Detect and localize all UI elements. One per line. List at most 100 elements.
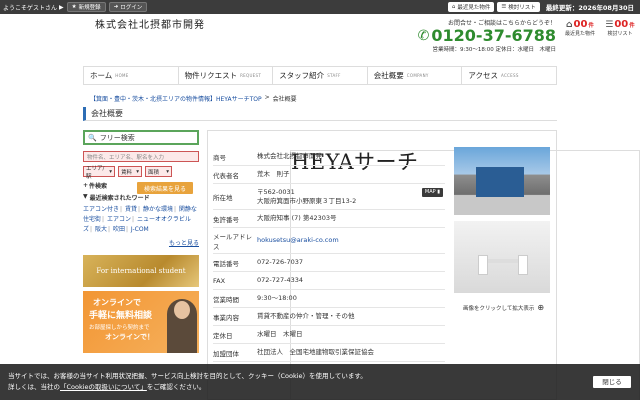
counter-unit: 件 bbox=[629, 22, 635, 29]
logo-sub: 株式会社北摂都市開発 bbox=[95, 20, 205, 31]
nav-request[interactable]: 物件リクエスト REQUEST bbox=[179, 67, 274, 84]
row-value: MAP ▮ 〒562-0031 大阪府箕面市小野原東３丁目13-2 bbox=[257, 187, 445, 206]
nav-label-en: HOME bbox=[115, 73, 129, 78]
keyword-input[interactable]: 物件名、エリア名、駅名を入力 bbox=[83, 151, 199, 162]
free-search-header: 🔍 フリー検索 bbox=[83, 130, 199, 145]
zoom-icon: ⊕ bbox=[537, 303, 545, 312]
address-text: 〒562-0031 大阪府箕面市小野原東３丁目13-2 bbox=[257, 187, 357, 205]
recent-properties-button[interactable]: ⌂ 最近見た物件 bbox=[447, 2, 495, 12]
cookie-line-1: 当サイトでは、お客様の当サイト利用状況把握、サービス向上検討を目的として、クッキ… bbox=[8, 372, 367, 380]
nav-home[interactable]: ホーム HOME bbox=[83, 67, 179, 84]
table-row: 所在地 MAP ▮ 〒562-0031 大阪府箕面市小野原東３丁目13-2 bbox=[213, 184, 445, 210]
arrow-right-icon: ▶ bbox=[59, 3, 64, 11]
nav-access[interactable]: アクセス ACCESS bbox=[462, 67, 557, 84]
search-selects: エリア/駅 ▾ 賃料 ▾ 面積 ▾ bbox=[83, 165, 199, 180]
main-nav: ホーム HOME 物件リクエスト REQUEST スタッフ紹介 STAFF 会社… bbox=[83, 66, 557, 85]
login-button[interactable]: ➜ ログイン bbox=[108, 2, 148, 12]
company-info-panel: 商号 株式会社北摂都市開発 代表者名 荒木 則子 所在地 MAP ▮ 〒562-… bbox=[207, 130, 557, 400]
row-key: 免許番号 bbox=[213, 215, 239, 224]
recent-word[interactable]: 阪大 bbox=[95, 226, 107, 233]
nav-label-en: STAFF bbox=[327, 73, 341, 78]
storefront-shape bbox=[476, 167, 524, 197]
cookie-text: 詳しくは、当社の bbox=[8, 383, 60, 391]
recent-word[interactable]: エアコン bbox=[107, 216, 131, 223]
recent-word[interactable]: 吹田 bbox=[113, 226, 125, 233]
search-cond-label: 件検索 bbox=[89, 183, 108, 190]
chevron-down-icon: ▾ bbox=[109, 168, 112, 175]
table-row: 事業内容 賃貸不動産の仲介・管理・その他 bbox=[213, 308, 445, 326]
counter-unit: 件 bbox=[588, 22, 594, 29]
table-row: 免許番号 大阪府知事 (7) 第42303号 bbox=[213, 210, 445, 228]
chevron-down-icon: ▾ bbox=[136, 168, 139, 175]
row-key: 営業時間 bbox=[213, 295, 239, 304]
row-key: メールアドレス bbox=[213, 232, 252, 251]
select-value: 賃料 bbox=[121, 169, 133, 176]
email-link[interactable]: hokusetsu@araki-co.com bbox=[257, 236, 339, 244]
review-list-button[interactable]: ☰ 検討リスト bbox=[497, 2, 540, 12]
show-results-button[interactable]: 検索結果を見る bbox=[137, 182, 193, 194]
select-value: エリア/駅 bbox=[86, 165, 105, 180]
table-row: 定休日 水曜日 木曜日 bbox=[213, 326, 445, 344]
table-row: FAX 072-727-4334 bbox=[213, 272, 445, 290]
row-value: 9:30〜18:00 bbox=[257, 294, 297, 302]
counter-label: 最近見た物件 bbox=[564, 31, 595, 37]
row-key: 事業内容 bbox=[213, 313, 239, 322]
review-counter[interactable]: ☰ 00 件 検討リスト bbox=[602, 19, 638, 37]
row-key: 加盟団体 bbox=[213, 349, 239, 358]
phone-icon: ✆ bbox=[417, 28, 430, 44]
search-icon: 🔍 bbox=[88, 133, 97, 142]
more-link[interactable]: もっと見る bbox=[83, 238, 199, 247]
row-value: 株式会社北摂都市開発 bbox=[257, 152, 322, 160]
map-button[interactable]: MAP ▮ bbox=[421, 187, 443, 197]
area-select[interactable]: エリア/駅 ▾ bbox=[83, 165, 115, 180]
breadcrumb-home-link[interactable]: 【箕面・豊中・茨木・北摂エリアの物件情報】HEYAサーチTOP bbox=[90, 94, 262, 103]
recent-word[interactable]: 静かな環境 bbox=[143, 206, 173, 213]
page-title: 会社概要 bbox=[83, 107, 557, 121]
counters: ⌂ 00 件 最近見た物件 ☰ 00 件 検討リスト bbox=[562, 19, 638, 37]
recent-word[interactable]: 賃貸 bbox=[125, 206, 137, 213]
banner-line: オンラインで！ bbox=[105, 333, 154, 341]
recent-word[interactable]: J-COM bbox=[131, 226, 149, 233]
online-consult-banner[interactable]: オンラインで 手軽に無料相談 お部屋探しから契約まで オンラインで！ bbox=[83, 291, 199, 353]
counter-value: 00 bbox=[573, 19, 588, 30]
free-search-label: フリー検索 bbox=[99, 133, 135, 142]
storefront-photo[interactable] bbox=[454, 147, 550, 215]
recent-word[interactable]: エアコン付き bbox=[83, 206, 119, 213]
counter-label: 検討リスト bbox=[607, 31, 633, 37]
last-updated: 最終更新：2026年08月30日 bbox=[545, 4, 634, 12]
company-table: 商号 株式会社北摂都市開発 代表者名 荒木 則子 所在地 MAP ▮ 〒562-… bbox=[213, 148, 445, 362]
greeting-text: ようこそゲストさん bbox=[3, 4, 58, 12]
recent-label: 最近見た物件 bbox=[457, 5, 491, 11]
row-key: 電話番号 bbox=[213, 259, 239, 268]
row-key: 代表者名 bbox=[213, 171, 239, 180]
banner-line: お部屋探しから契約まで bbox=[89, 325, 150, 331]
table-row: 加盟団体 社団法人 全国宅地建物取引業保証協会 bbox=[213, 344, 445, 362]
business-hours: 営業時間：9:30〜18:00 定休日：水曜日 木曜日 bbox=[432, 47, 556, 53]
row-key: 定休日 bbox=[213, 331, 233, 340]
nav-staff[interactable]: スタッフ紹介 STAFF bbox=[273, 67, 368, 84]
cookie-policy-link[interactable]: 「Cookieの取扱いについて」 bbox=[60, 383, 147, 391]
office-interior-photo[interactable] bbox=[454, 221, 550, 293]
site-header: HEYAサーチ 株式会社北摂都市開発 お問合せ・ご相談はこちらからどうぞ！ ✆ … bbox=[0, 14, 640, 400]
sidebar: 🔍 フリー検索 物件名、エリア名、駅名を入力 エリア/駅 ▾ 賃料 ▾ 面積 ▾… bbox=[83, 130, 199, 353]
row-value: 荒木 則子 bbox=[257, 170, 290, 178]
phone-number[interactable]: ✆ 0120-37-6788 bbox=[406, 27, 556, 45]
breadcrumb: 【箕面・豊中・茨木・北摂エリアの物件情報】HEYAサーチTOP > 会社概要 bbox=[90, 94, 297, 103]
table-row: メールアドレス hokusetsu@araki-co.com bbox=[213, 228, 445, 254]
size-select[interactable]: 面積 ▾ bbox=[145, 166, 172, 177]
nav-label: ホーム bbox=[90, 71, 113, 80]
rent-select[interactable]: 賃料 ▾ bbox=[118, 166, 142, 177]
row-value: 賃貸不動産の仲介・管理・その他 bbox=[257, 312, 355, 320]
row-value: 072-726-7037 bbox=[257, 258, 304, 266]
row-value: 大阪府知事 (7) 第42303号 bbox=[257, 214, 337, 222]
cookie-close-button[interactable]: 閉じる bbox=[593, 376, 631, 388]
caret-down-icon: ▼ bbox=[83, 193, 88, 200]
register-button[interactable]: ★ 新規登録 bbox=[66, 2, 106, 12]
site-logo[interactable]: HEYAサーチ 株式会社北摂都市開発 bbox=[83, 20, 640, 400]
international-student-banner[interactable]: For international student bbox=[83, 255, 199, 287]
nav-company[interactable]: 会社概要 COMPANY bbox=[368, 67, 463, 84]
map-label: MAP bbox=[424, 188, 436, 195]
recent-words-header: ▼ 最近検索されたワード bbox=[83, 193, 199, 202]
caption-text: 画像をクリックして拡大表示 bbox=[463, 305, 535, 312]
recent-counter[interactable]: ⌂ 00 件 最近見た物件 bbox=[562, 19, 598, 37]
